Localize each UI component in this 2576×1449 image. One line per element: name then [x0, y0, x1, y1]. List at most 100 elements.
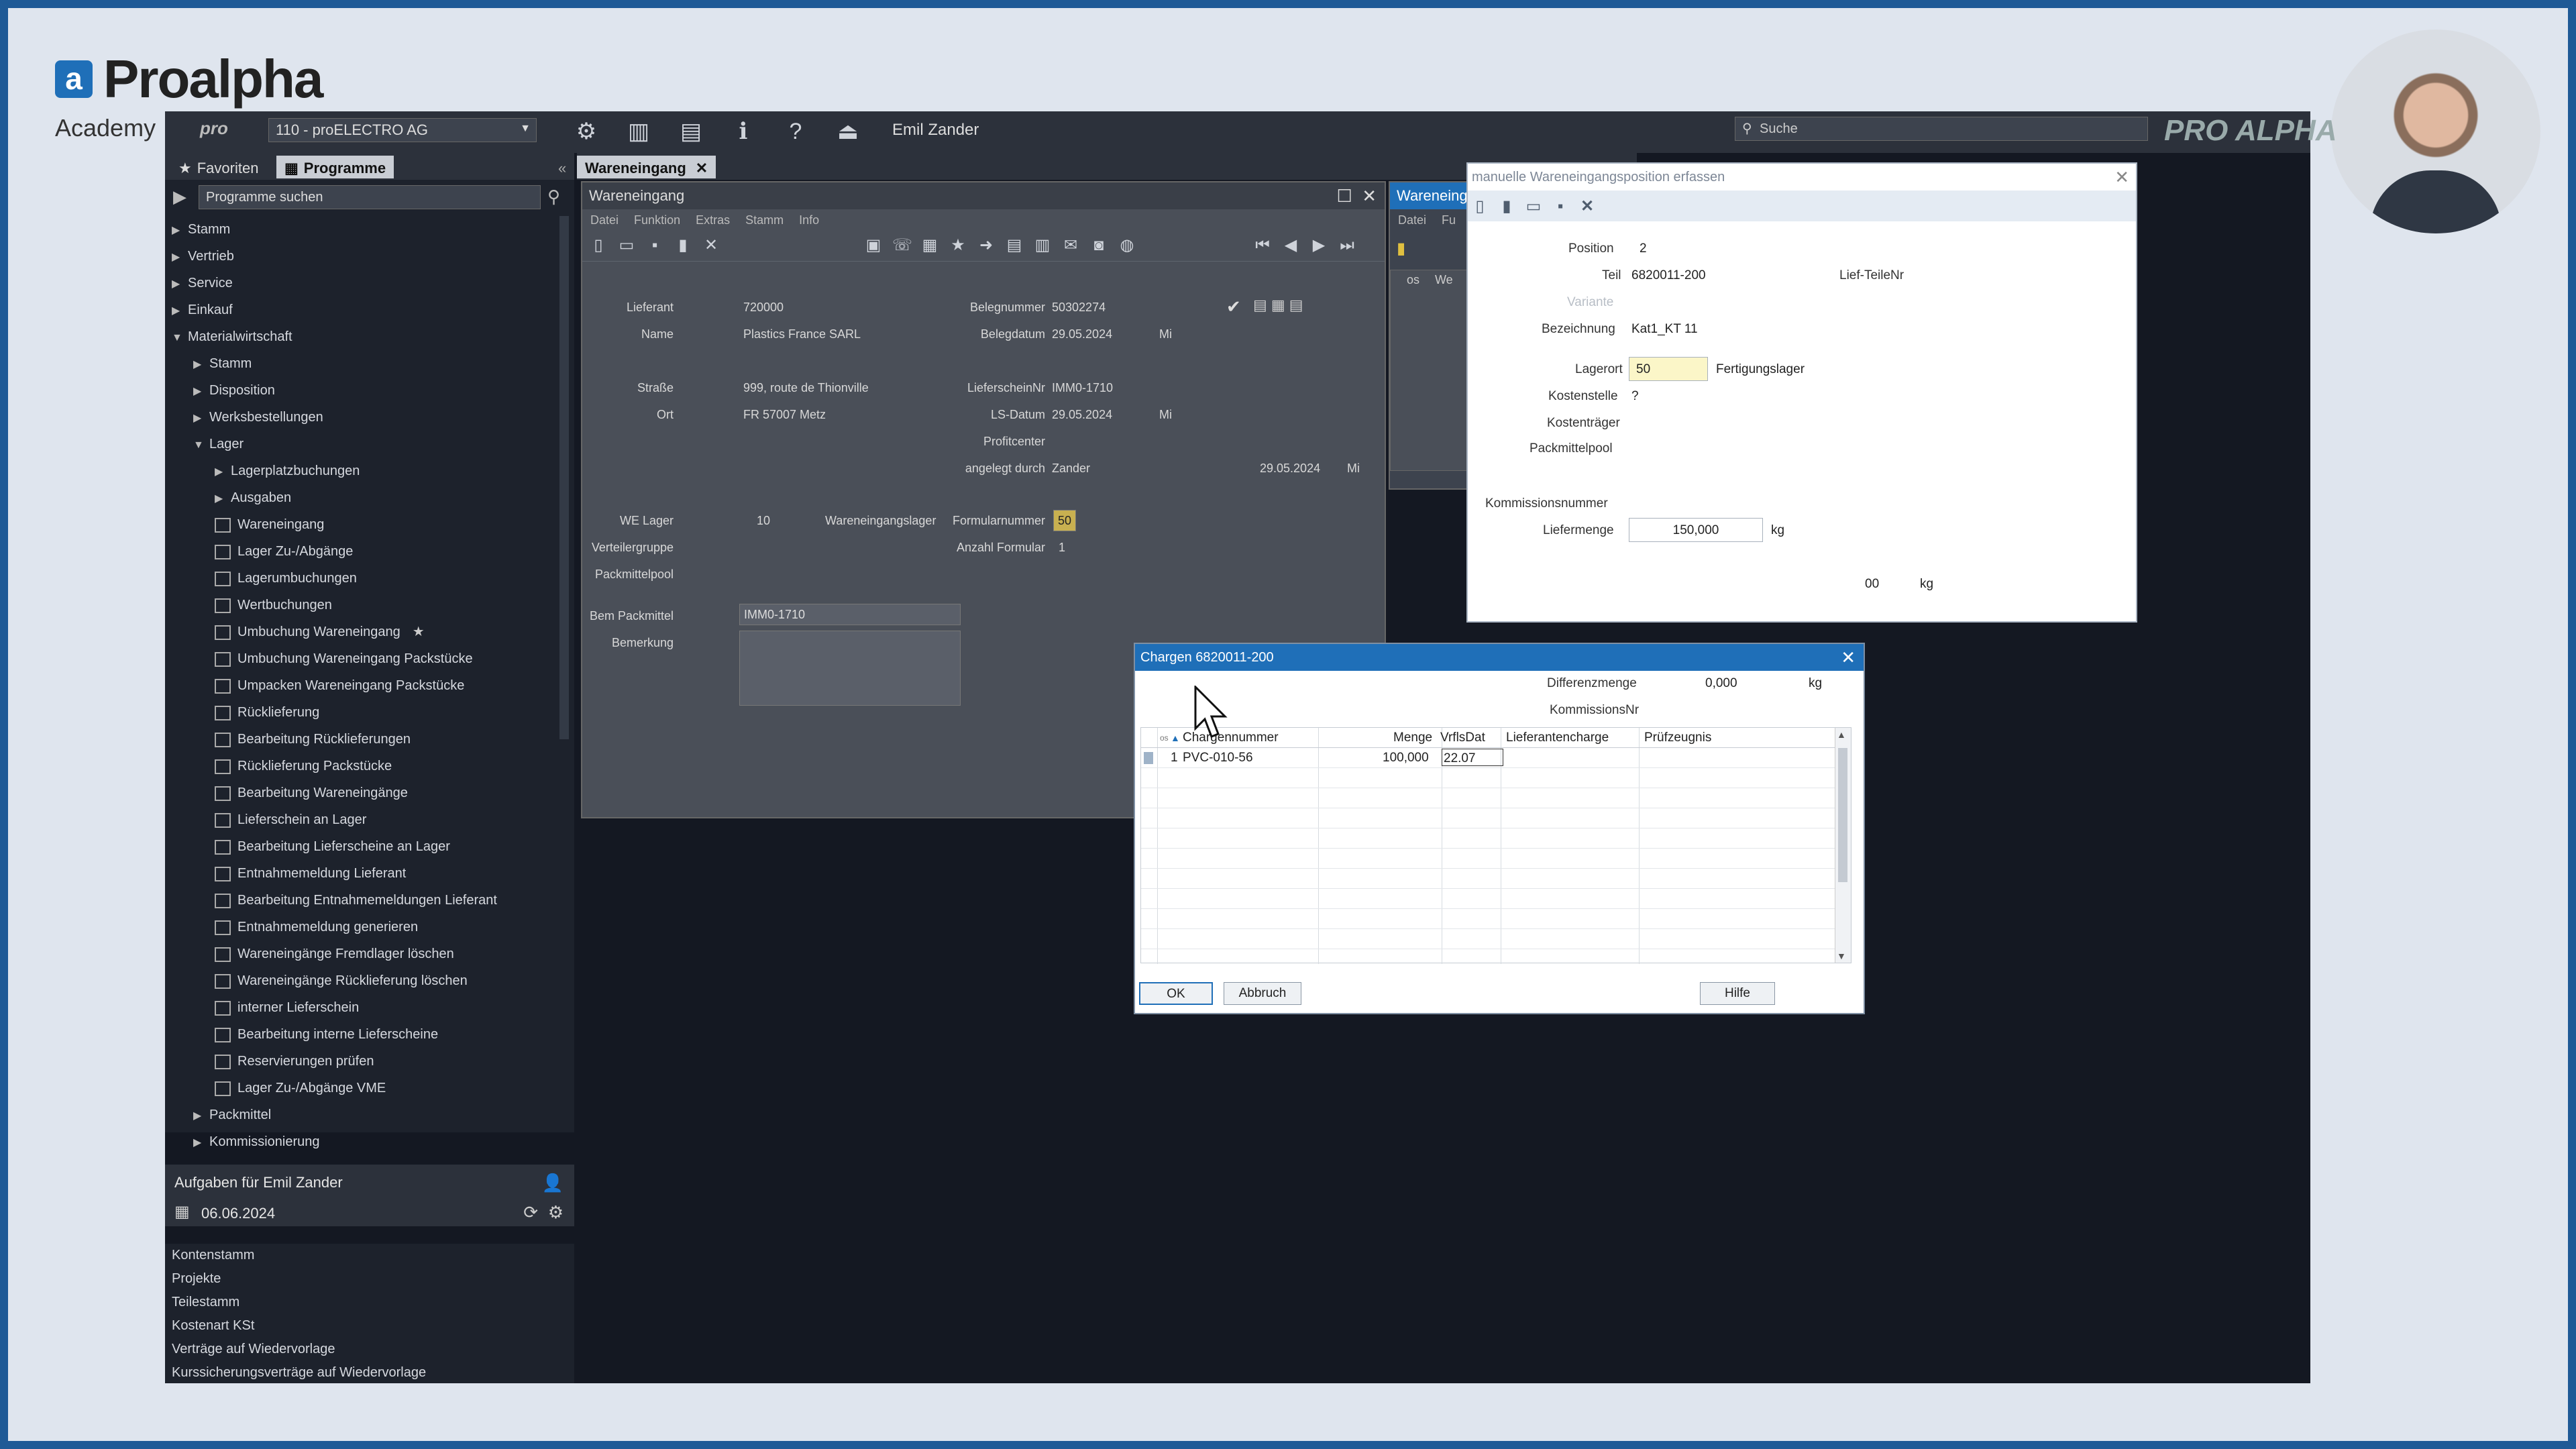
refresh-icon[interactable]: ⟳ — [523, 1202, 538, 1223]
sidebar-item[interactable]: Lager Zu-/Abgänge VME — [165, 1075, 568, 1102]
column-lieferantencharge[interactable]: Lieferantencharge — [1506, 731, 1609, 745]
strasse-field[interactable]: 999, route de Thionville — [743, 381, 869, 395]
sidebar-item[interactable]: Bearbeitung Lieferscheine an Lager — [165, 833, 568, 860]
task-item[interactable]: Kontenstamm — [165, 1244, 574, 1267]
close-icon[interactable]: ✕ — [2114, 164, 2129, 191]
table-row[interactable]: 1 PVC-010-56 100,000 22.07 — [1141, 748, 1851, 768]
tab-programs[interactable]: ▦ Programme — [276, 156, 394, 178]
menu-info[interactable]: Info — [799, 213, 819, 227]
chevron-right-icon[interactable]: ▶ — [172, 298, 188, 325]
copy-icon[interactable]: ▮ — [1497, 197, 1516, 216]
sidebar-item[interactable]: Wareneingänge Fremdlager löschen — [165, 941, 568, 967]
chevron-up-icon[interactable]: ▲ — [1837, 729, 1846, 740]
sidebar-item[interactable]: Wareneingang — [165, 511, 568, 538]
ort-field[interactable]: FR 57007 Metz — [743, 408, 826, 422]
sidebar-item[interactable]: Bearbeitung Wareneingänge — [165, 780, 568, 806]
close-icon[interactable]: ✕ — [1578, 197, 1597, 216]
new-icon[interactable]: ▯ — [589, 236, 608, 255]
favorite-star-icon[interactable]: ★ — [413, 625, 425, 639]
liefermenge-input[interactable]: 150,000 — [1629, 518, 1763, 542]
document-icon[interactable]: ▥ — [1033, 236, 1052, 255]
sidebar-item[interactable]: ▼ Lager — [165, 431, 568, 458]
window-controls[interactable]: ☐ ✕ — [1336, 182, 1377, 209]
sidebar-item[interactable]: Reservierungen prüfen — [165, 1048, 568, 1075]
kostenstelle-value[interactable]: ? — [1631, 389, 1639, 404]
table-row[interactable] — [1141, 909, 1851, 929]
chevron-right-icon[interactable]: ▶ — [215, 486, 231, 513]
chevron-down-icon[interactable]: ▼ — [172, 325, 188, 352]
bem-packmittel-field[interactable]: IMM0-1710 — [739, 604, 961, 625]
task-item[interactable]: Verträge auf Wiedervorlage — [165, 1338, 574, 1361]
save-icon[interactable]: ▪ — [645, 236, 664, 255]
sidebar-item[interactable]: Umbuchung Wareneingang ★ — [165, 619, 568, 645]
chevron-right-icon[interactable]: ▶ — [193, 1130, 209, 1157]
cell-chargennummer[interactable]: PVC-010-56 — [1183, 751, 1253, 765]
hilfe-button[interactable]: Hilfe — [1700, 982, 1775, 1005]
chevron-right-icon[interactable]: ▶ — [193, 1103, 209, 1130]
last-record-icon[interactable]: ⏭ — [1338, 236, 1356, 255]
print-icon[interactable]: ▤ — [1005, 236, 1024, 255]
open-icon[interactable]: ▭ — [1524, 197, 1543, 216]
menu-extras[interactable]: Extras — [696, 213, 730, 227]
forward-icon[interactable]: ➜ — [977, 236, 996, 255]
logout-icon[interactable]: ⏏ — [833, 117, 863, 146]
chevron-down-icon[interactable]: ▼ — [1837, 951, 1846, 961]
calendar-icon[interactable]: ▦ — [920, 236, 939, 255]
sidebar-item[interactable]: ▶ Ausgaben — [165, 484, 568, 511]
chevron-right-icon[interactable]: ▶ — [193, 378, 209, 405]
lsdatum-field[interactable]: 29.05.2024 — [1052, 408, 1112, 422]
close-icon[interactable]: ✕ — [702, 236, 720, 255]
company-select[interactable]: 110 - proELECTRO AG ▼ — [268, 118, 537, 142]
new-icon[interactable]: ▯ — [1470, 197, 1489, 216]
delete-icon[interactable]: ▮ — [674, 236, 692, 255]
window-layout-icon[interactable]: ▤ — [676, 117, 706, 146]
gear-icon[interactable]: ⚙ — [572, 117, 601, 146]
tab-favorites[interactable]: ★ Favoriten — [170, 156, 266, 178]
lieferschein-field[interactable]: IMM0-1710 — [1052, 381, 1113, 395]
sidebar-item[interactable]: Wareneingänge Rücklieferung löschen — [165, 967, 568, 994]
table-row[interactable] — [1141, 808, 1851, 828]
task-item[interactable]: Teilestamm — [165, 1291, 574, 1314]
menu-funktion[interactable]: Funktion — [634, 213, 680, 227]
panel-layout-icon[interactable]: ▥ — [624, 117, 653, 146]
chevron-down-icon[interactable]: ▼ — [193, 432, 209, 459]
sidebar-item[interactable]: interner Lieferschein — [165, 994, 568, 1021]
calendar-icon[interactable]: ▦ — [174, 1202, 190, 1222]
teil-value[interactable]: 6820011-200 — [1631, 268, 1706, 283]
belegnummer-field[interactable]: 50302274 — [1052, 301, 1106, 315]
sidebar-item[interactable]: ▶ Stamm — [165, 216, 568, 243]
mail-icon[interactable]: ✉ — [1061, 236, 1080, 255]
chevron-right-icon[interactable]: ▶ — [172, 244, 188, 271]
sidebar-item[interactable]: Bearbeitung interne Lieferscheine — [165, 1021, 568, 1048]
sidebar-item[interactable]: ▶ Vertrieb — [165, 243, 568, 270]
camera-icon[interactable]: ◙ — [1089, 236, 1108, 255]
bezeichnung-value[interactable]: Kat1_KT 11 — [1631, 322, 1698, 337]
sidebar-item[interactable]: Rücklieferung — [165, 699, 568, 726]
table-row[interactable] — [1141, 849, 1851, 869]
table-row[interactable] — [1141, 889, 1851, 909]
sidebar-item[interactable]: Lager Zu-/Abgänge — [165, 538, 568, 565]
chevron-right-icon[interactable]: ▶ — [215, 459, 231, 486]
sidebar-item[interactable]: ▶ Kommissionierung — [165, 1128, 568, 1155]
help-icon[interactable]: ? — [781, 117, 810, 146]
star-icon[interactable]: ★ — [949, 236, 967, 255]
gear-icon[interactable]: ⚙ — [548, 1202, 564, 1223]
anzahl-formular-field[interactable]: 1 — [1059, 541, 1065, 555]
phone-icon[interactable]: ☏ — [892, 236, 912, 255]
tab-wareneingang[interactable]: Wareneingang ✕ — [577, 156, 716, 178]
sidebar-item[interactable]: Entnahmemeldung generieren — [165, 914, 568, 941]
sidebar-item[interactable]: ▶ Werksbestellungen — [165, 404, 568, 431]
chevron-right-icon[interactable]: ▶ — [172, 271, 188, 298]
row-selector[interactable] — [1144, 752, 1153, 764]
table-row[interactable] — [1141, 869, 1851, 889]
bemerkung-field[interactable] — [739, 631, 961, 706]
sidebar-item[interactable]: Umbuchung Wareneingang Packstücke — [165, 645, 568, 672]
task-item[interactable]: Kostenart KSt — [165, 1314, 574, 1338]
task-item[interactable]: Kurssicherungsverträge auf Wiedervorlage — [165, 1361, 574, 1385]
info-icon[interactable]: ℹ — [729, 117, 758, 146]
table-row[interactable] — [1141, 788, 1851, 808]
column-menge[interactable]: Menge — [1393, 731, 1432, 745]
belegdatum-field[interactable]: 29.05.2024 — [1052, 327, 1112, 341]
global-search-input[interactable]: ⚲ Suche — [1735, 117, 2148, 141]
table-row[interactable] — [1141, 828, 1851, 849]
